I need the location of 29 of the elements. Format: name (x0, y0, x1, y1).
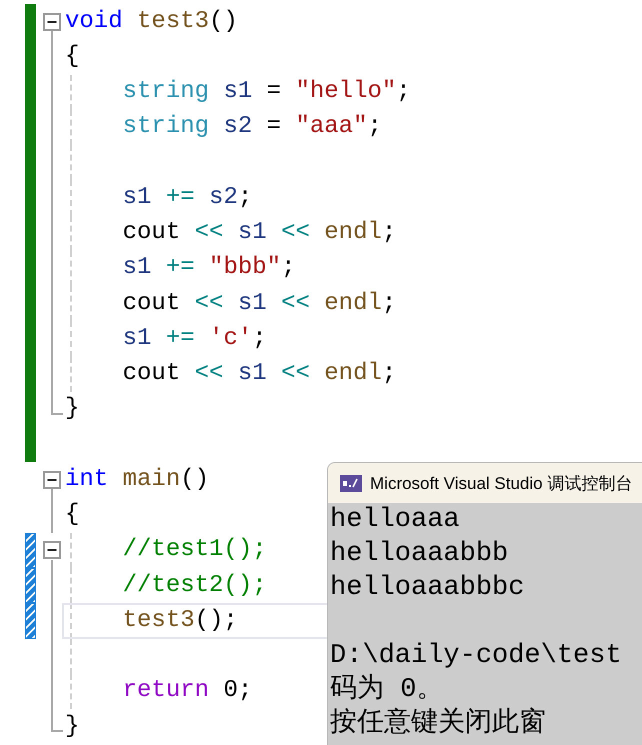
collapse-icon[interactable] (43, 12, 61, 31)
code-line: //test2(); (122, 570, 267, 601)
code-line: } (65, 712, 80, 742)
code-line: string s1 = "hello"; (122, 77, 411, 108)
code-line: test3(); (122, 606, 238, 636)
code-line: return 0; (122, 676, 252, 706)
code-line: //test1(); (122, 535, 267, 566)
code-line: string s2 = "aaa"; (122, 112, 382, 142)
code-line: } (65, 394, 80, 424)
window-title: Microsoft Visual Studio 调试控制台 (370, 472, 632, 494)
code-line: s1 += "bbb"; (122, 253, 296, 284)
console-output-line: helloaaabbb (330, 538, 508, 571)
console-icon (340, 474, 362, 492)
code-line: { (65, 42, 80, 72)
code-line: { (65, 500, 80, 530)
console-output-line: D:\daily-code\test (330, 640, 622, 673)
console-output-line: helloaaa (330, 504, 460, 537)
collapse-icon[interactable] (43, 541, 61, 560)
console-output-line: 按任意键关闭此窗 (330, 707, 546, 741)
collapse-icon[interactable] (43, 470, 61, 489)
code-line: cout << s1 << endl; (122, 359, 396, 390)
code-line: s1 += s2; (122, 182, 252, 213)
code-line: cout << s1 << endl; (122, 288, 396, 319)
console-output-line: helloaaabbbc (330, 572, 524, 605)
code-line: void test3() (65, 6, 238, 37)
code-line: s1 += 'c'; (122, 324, 267, 354)
code-line: int main() (65, 464, 210, 495)
console-output-line: 码为 0。 (330, 673, 444, 707)
code-line: cout << s1 << endl; (122, 218, 396, 248)
